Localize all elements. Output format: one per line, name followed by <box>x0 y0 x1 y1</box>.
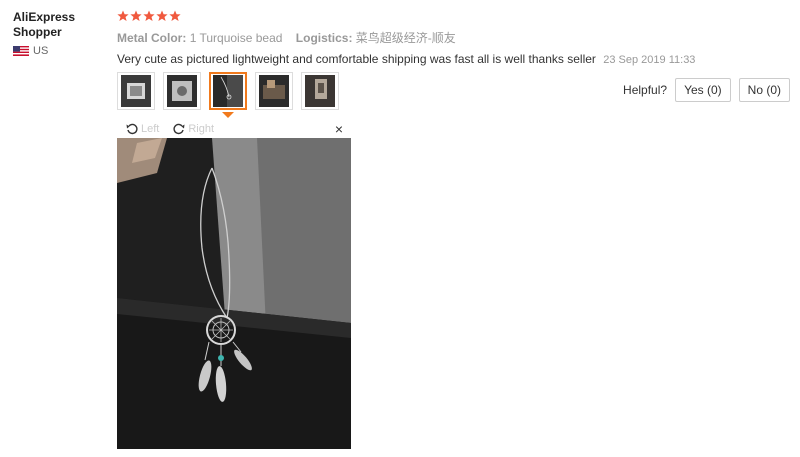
attr-label-logistics: Logistics: <box>295 31 353 45</box>
rotate-right-button[interactable]: Right <box>173 123 214 135</box>
rotate-left-button[interactable]: Left <box>126 123 159 135</box>
attr-value-logistics: 菜鸟超级经济-顺友 <box>355 31 456 45</box>
star-icon <box>169 10 181 21</box>
photo-thumbnail[interactable] <box>163 72 201 110</box>
photo-thumbnail[interactable] <box>255 72 293 110</box>
us-flag-icon <box>13 46 29 56</box>
country-code: US <box>33 45 49 57</box>
attr-value-metal-color: 1 Turquoise bead <box>189 31 283 45</box>
review-body: Metal Color: 1 Turquoise bead Logistics:… <box>117 10 790 68</box>
close-viewer-button[interactable]: × <box>335 122 343 136</box>
necklace-photo <box>117 138 351 449</box>
star-rating <box>117 10 790 26</box>
helpful-votes: Helpful? Yes (0) No (0) <box>623 78 790 102</box>
rotate-right-icon <box>173 123 185 135</box>
review-text-line: Very cute as pictured lightweight and co… <box>117 51 790 68</box>
reviewer-country: US <box>13 45 103 57</box>
helpful-label: Helpful? <box>623 83 668 97</box>
photo-thumbnail[interactable] <box>117 72 155 110</box>
reviewer-name: AliExpress Shopper <box>13 10 76 39</box>
attr-label-metal-color: Metal Color: <box>117 31 187 45</box>
review-date: 23 Sep 2019 11:33 <box>603 54 696 66</box>
rotate-right-label: Right <box>188 123 215 135</box>
review-photo-large <box>117 138 351 449</box>
photo-thumbnail-active[interactable] <box>209 72 247 110</box>
star-icon <box>143 10 155 21</box>
photo-thumbnail[interactable] <box>301 72 339 110</box>
active-thumbnail-pointer <box>222 112 234 118</box>
reviewer-info: AliExpress Shopper US <box>13 10 103 57</box>
review-text: Very cute as pictured lightweight and co… <box>117 52 596 66</box>
product-attributes: Metal Color: 1 Turquoise bead Logistics:… <box>117 30 790 46</box>
star-icon <box>156 10 168 21</box>
photo-thumbnails <box>117 72 339 110</box>
star-icon <box>117 10 129 21</box>
helpful-yes-button[interactable]: Yes (0) <box>675 78 731 102</box>
rotate-left-label: Left <box>141 123 160 135</box>
photo-viewer-toolbar: Left Right × <box>117 120 351 138</box>
rotate-left-icon <box>126 123 138 135</box>
helpful-no-button[interactable]: No (0) <box>738 78 790 102</box>
star-icon <box>130 10 142 21</box>
